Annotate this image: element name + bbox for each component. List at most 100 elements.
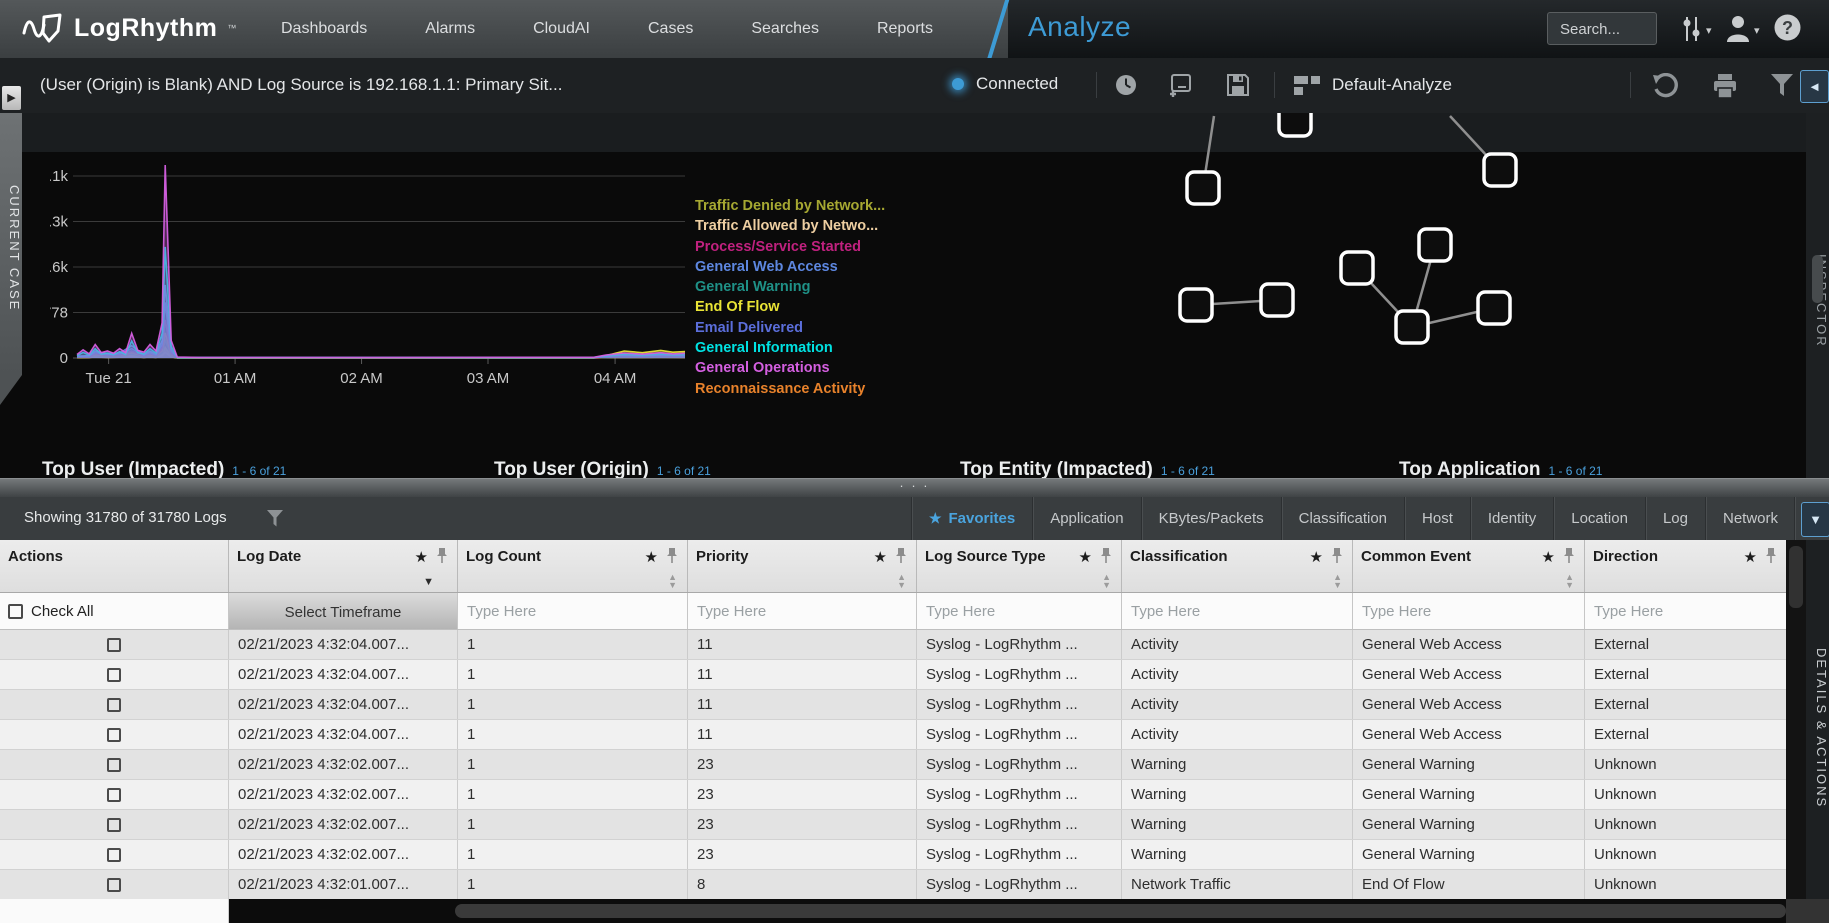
grid-view-tab[interactable]: ★Favorites <box>911 497 1032 540</box>
row-checkbox[interactable] <box>107 758 121 772</box>
log-row[interactable]: 02/21/2023 4:32:02.007... 1 23 Syslog - … <box>0 750 1786 780</box>
column-favorite-star-icon[interactable]: ★ <box>1744 548 1757 566</box>
sort-toggle-icon[interactable]: ▲▼ <box>897 573 906 589</box>
network-topology-graph[interactable] <box>1140 113 1829 478</box>
filter-cell-common-event[interactable]: Type Here <box>1353 593 1585 629</box>
log-row[interactable]: 02/21/2023 4:32:02.007... 1 23 Syslog - … <box>0 810 1786 840</box>
grid-view-tab[interactable]: ★Log <box>1645 497 1705 540</box>
user-icon[interactable] <box>1725 14 1751 42</box>
column-pin-icon[interactable] <box>1100 547 1112 564</box>
column-favorite-star-icon[interactable]: ★ <box>415 548 428 566</box>
nav-menu-item[interactable]: Searches <box>722 20 848 38</box>
nav-menu-item[interactable]: Dashboards <box>252 20 396 38</box>
filter-icon[interactable] <box>1770 73 1794 98</box>
events-over-time-chart[interactable]: 07781.6k2.3k3.1kTue 2101 AM02 AM03 AM04 … <box>50 138 695 388</box>
column-header[interactable]: Common Event ★ ▼ ▲▼ <box>1353 540 1585 592</box>
grid-view-tab[interactable]: ★Application <box>1032 497 1140 540</box>
panel-splitter[interactable]: · · · <box>0 478 1829 497</box>
collapse-inspector-button[interactable]: ◄ <box>1800 70 1829 103</box>
log-row[interactable]: 02/21/2023 4:32:04.007... 1 11 Syslog - … <box>0 720 1786 750</box>
print-icon[interactable] <box>1712 73 1738 99</box>
legend-item[interactable]: General Warning <box>695 277 885 297</box>
column-favorite-star-icon[interactable]: ★ <box>874 548 887 566</box>
column-header[interactable]: Priority ★ ▼ ▲▼ <box>688 540 917 592</box>
graph-node[interactable] <box>1396 311 1428 343</box>
nav-menu-item[interactable]: Alarms <box>396 20 504 38</box>
legend-item[interactable]: General Web Access <box>695 257 885 277</box>
graph-node[interactable] <box>1279 113 1311 136</box>
row-checkbox[interactable] <box>107 698 121 712</box>
save-layout-icon[interactable] <box>1226 73 1250 97</box>
sort-toggle-icon[interactable]: ▲▼ <box>1565 573 1574 589</box>
preferences-caret-icon[interactable]: ▾ <box>1706 24 1712 37</box>
sort-toggle-icon[interactable]: ▲▼ <box>668 573 677 589</box>
graph-node[interactable] <box>1478 292 1510 324</box>
preferences-sliders-icon[interactable] <box>1680 16 1702 42</box>
user-caret-icon[interactable]: ▾ <box>1754 24 1760 37</box>
layout-icon[interactable] <box>1294 76 1320 95</box>
row-checkbox[interactable] <box>107 668 121 682</box>
graph-node[interactable] <box>1187 172 1219 204</box>
logrhythm-logo[interactable]: LogRhythm™ <box>22 11 236 45</box>
column-header[interactable]: Log Count ★ ▼ ▲▼ <box>458 540 688 592</box>
column-pin-icon[interactable] <box>436 547 448 564</box>
legend-item[interactable]: End Of Flow <box>695 297 885 317</box>
sort-descending-icon[interactable]: ▼ <box>423 576 434 588</box>
filter-cell-priority[interactable]: Type Here <box>688 593 917 629</box>
log-row[interactable]: 02/21/2023 4:32:04.007... 1 11 Syslog - … <box>0 660 1786 690</box>
row-checkbox[interactable] <box>107 878 121 892</box>
grid-view-tab[interactable]: ★Host <box>1404 497 1470 540</box>
column-header[interactable]: Log Source Type ★ ▼ ▲▼ <box>917 540 1122 592</box>
time-range-clock-icon[interactable] <box>1114 73 1138 97</box>
column-favorite-star-icon[interactable]: ★ <box>1079 548 1092 566</box>
details-and-actions-tab[interactable]: DETAILS & ACTIONS <box>1806 540 1829 899</box>
legend-item[interactable]: General Operations <box>695 358 885 378</box>
log-row[interactable]: 02/21/2023 4:32:04.007... 1 11 Syslog - … <box>0 630 1786 660</box>
filter-cell-classification[interactable]: Type Here <box>1122 593 1353 629</box>
legend-item[interactable]: Traffic Allowed by Netwo... <box>695 216 885 236</box>
graph-node[interactable] <box>1261 284 1293 316</box>
graph-node[interactable] <box>1419 229 1451 261</box>
filter-cell-log-count[interactable]: Type Here <box>458 593 688 629</box>
column-pin-icon[interactable] <box>1331 547 1343 564</box>
filter-cell-direction[interactable]: Type Here <box>1585 593 1786 629</box>
legend-item[interactable]: General Information <box>695 338 885 358</box>
column-pin-icon[interactable] <box>1563 547 1575 564</box>
legend-item[interactable]: Reconnaissance Activity <box>695 379 885 399</box>
legend-item[interactable]: Traffic Denied by Network... <box>695 196 885 216</box>
grid-filter-icon[interactable] <box>266 509 284 528</box>
undo-icon[interactable] <box>1652 73 1678 99</box>
grid-view-tab[interactable]: ★Location <box>1553 497 1645 540</box>
log-row[interactable]: 02/21/2023 4:32:02.007... 1 23 Syslog - … <box>0 840 1786 870</box>
column-header[interactable]: Log Date ★ ▼ ▲▼ <box>229 540 458 592</box>
log-row[interactable]: 02/21/2023 4:32:01.007... 1 8 Syslog - L… <box>0 870 1786 900</box>
check-all-checkbox[interactable] <box>8 604 23 619</box>
filter-cell-log-source-type[interactable]: Type Here <box>917 593 1122 629</box>
expand-details-button[interactable]: ▼ <box>1801 502 1829 537</box>
column-pin-icon[interactable] <box>895 547 907 564</box>
legend-item[interactable]: Email Delivered <box>695 318 885 338</box>
grid-view-tab[interactable]: ★KBytes/Packets <box>1141 497 1281 540</box>
grid-horizontal-scrollbar-thumb[interactable] <box>455 904 1786 918</box>
widget-pager[interactable]: 1 - 6 of 21 <box>1161 464 1215 478</box>
inspector-scrollbar-thumb[interactable] <box>1812 255 1823 303</box>
graph-node[interactable] <box>1341 252 1373 284</box>
search-filter-summary[interactable]: (User (Origin) is Blank) AND Log Source … <box>40 75 562 95</box>
row-checkbox[interactable] <box>107 818 121 832</box>
nav-menu-item[interactable]: Reports <box>848 20 962 38</box>
column-favorite-star-icon[interactable]: ★ <box>1542 548 1555 566</box>
column-pin-icon[interactable] <box>1765 547 1777 564</box>
column-favorite-star-icon[interactable]: ★ <box>1310 548 1323 566</box>
column-header[interactable]: Actions ★ ▼ ▲▼ <box>0 540 229 592</box>
log-row[interactable]: 02/21/2023 4:32:02.007... 1 23 Syslog - … <box>0 780 1786 810</box>
grid-view-tab[interactable]: ★Network <box>1705 497 1795 540</box>
row-checkbox[interactable] <box>107 848 121 862</box>
nav-menu-item[interactable]: Cases <box>619 20 722 38</box>
tab-analyze[interactable]: Analyze <box>1028 11 1131 43</box>
help-icon[interactable]: ? <box>1773 13 1802 42</box>
column-header[interactable]: Direction ★ ▼ ▲▼ <box>1585 540 1786 592</box>
legend-item[interactable]: Process/Service Started <box>695 237 885 257</box>
row-checkbox[interactable] <box>107 728 121 742</box>
column-favorite-star-icon[interactable]: ★ <box>645 548 658 566</box>
row-checkbox[interactable] <box>107 788 121 802</box>
